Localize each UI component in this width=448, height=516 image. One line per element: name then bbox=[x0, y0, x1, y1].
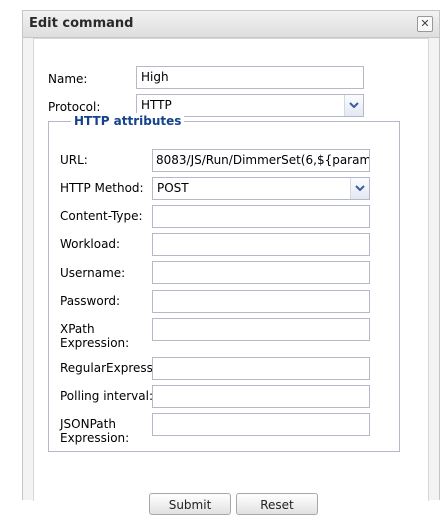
http-method-label: HTTP Method: bbox=[60, 181, 144, 195]
chevron-down-icon bbox=[349, 102, 359, 108]
jsonpath-expression-input[interactable] bbox=[152, 413, 370, 436]
jsonpath-label-line1: JSONPath bbox=[60, 417, 116, 431]
content-type-label: Content-Type: bbox=[60, 209, 143, 223]
regular-expression-input[interactable] bbox=[152, 357, 370, 380]
jsonpath-label-line2: Expression: bbox=[60, 431, 130, 445]
http-attributes-legend: HTTP attributes bbox=[71, 113, 185, 129]
xpath-label-line1: XPath bbox=[60, 322, 95, 336]
edit-command-dialog: Edit command ✕ Name: High Protocol: HTTP… bbox=[22, 10, 440, 515]
protocol-label: Protocol: bbox=[48, 100, 101, 114]
password-label: Password: bbox=[60, 294, 121, 308]
http-method-select[interactable]: POST bbox=[152, 177, 370, 200]
username-input[interactable] bbox=[152, 261, 370, 284]
name-input[interactable]: High bbox=[136, 66, 364, 89]
dialog-body: Name: High Protocol: HTTP HTTP attribute… bbox=[33, 38, 429, 515]
reset-button[interactable]: Reset bbox=[236, 493, 318, 515]
content-type-input[interactable] bbox=[152, 205, 370, 228]
polling-interval-input[interactable] bbox=[152, 385, 370, 408]
name-value: High bbox=[141, 70, 169, 84]
workload-input[interactable] bbox=[152, 233, 370, 256]
xpath-label-line2: Expression: bbox=[60, 336, 130, 350]
url-value: 8083/JS/Run/DimmerSet(6,${param}) bbox=[156, 153, 370, 167]
dialog-title: Edit command bbox=[29, 16, 134, 31]
password-input[interactable] bbox=[152, 290, 370, 313]
url-input[interactable]: 8083/JS/Run/DimmerSet(6,${param}) bbox=[152, 149, 370, 172]
name-label: Name: bbox=[48, 72, 88, 86]
polling-interval-label: Polling interval: bbox=[60, 389, 153, 403]
xpath-expression-input[interactable] bbox=[152, 318, 370, 341]
url-label: URL: bbox=[60, 153, 88, 167]
username-label: Username: bbox=[60, 266, 126, 280]
workload-label: Workload: bbox=[60, 237, 121, 251]
protocol-dropdown-trigger[interactable] bbox=[344, 95, 363, 116]
chevron-down-icon bbox=[355, 185, 365, 191]
http-method-dropdown-trigger[interactable] bbox=[350, 178, 369, 199]
http-method-value: POST bbox=[157, 181, 189, 195]
close-icon[interactable]: ✕ bbox=[417, 16, 433, 32]
submit-button[interactable]: Submit bbox=[149, 493, 231, 515]
dialog-titlebar[interactable]: Edit command ✕ bbox=[23, 11, 439, 38]
